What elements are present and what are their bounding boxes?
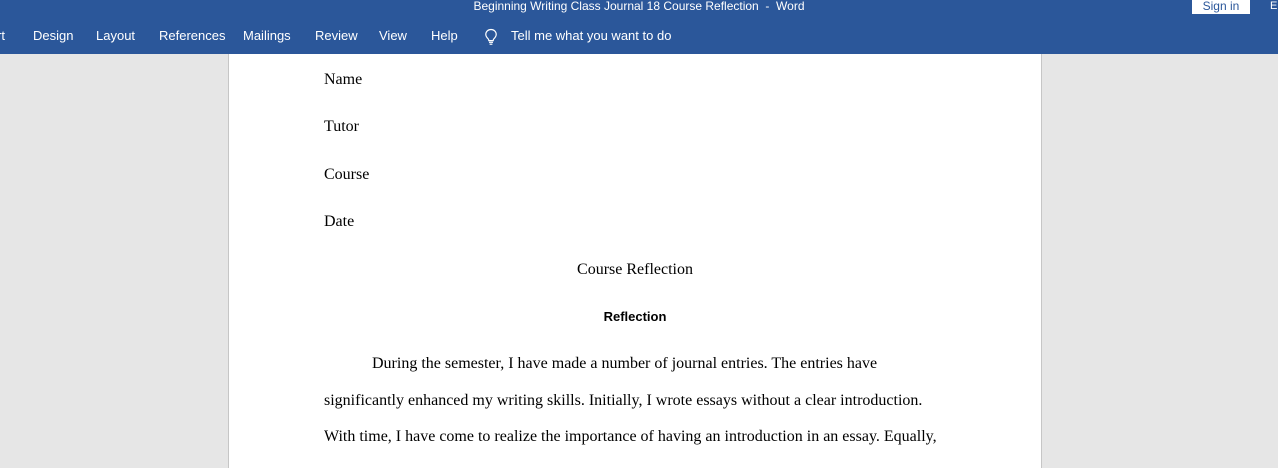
lightbulb-icon[interactable] xyxy=(484,28,498,46)
ribbon-tab-bar: rt Design Layout References Mailings Rev… xyxy=(0,18,1278,54)
section-heading: Reflection xyxy=(603,309,667,324)
document-title: Course Reflection xyxy=(577,261,693,278)
tab-mailings[interactable]: Mailings xyxy=(243,28,291,44)
tab-help[interactable]: Help xyxy=(431,28,458,44)
title-bar: Beginning Writing Class Journal 18 Cours… xyxy=(0,0,1278,18)
tab-insert[interactable]: rt xyxy=(0,28,5,44)
body-line-1: During the semester, I have made a numbe… xyxy=(372,355,878,372)
header-date: Date xyxy=(324,213,355,230)
tab-view[interactable]: View xyxy=(379,28,407,44)
header-course: Course xyxy=(324,166,370,183)
body-line-3: With time, I have come to realize the im… xyxy=(324,428,937,445)
document-page[interactable]: Name Tutor Course Date Course Reflection… xyxy=(228,54,1042,468)
header-tutor: Tutor xyxy=(324,118,359,135)
title-bar-edge-button[interactable]: E xyxy=(1270,0,1278,12)
tab-references[interactable]: References xyxy=(159,28,225,44)
header-name: Name xyxy=(324,71,363,88)
tab-design[interactable]: Design xyxy=(33,28,73,44)
tab-layout[interactable]: Layout xyxy=(96,28,135,44)
body-line-2: significantly enhanced my writing skills… xyxy=(324,392,923,409)
tab-review[interactable]: Review xyxy=(315,28,358,44)
tell-me-search[interactable]: Tell me what you want to do xyxy=(511,28,671,44)
sign-in-button[interactable]: Sign in xyxy=(1192,0,1250,14)
window-title: Beginning Writing Class Journal 18 Cours… xyxy=(473,0,805,13)
